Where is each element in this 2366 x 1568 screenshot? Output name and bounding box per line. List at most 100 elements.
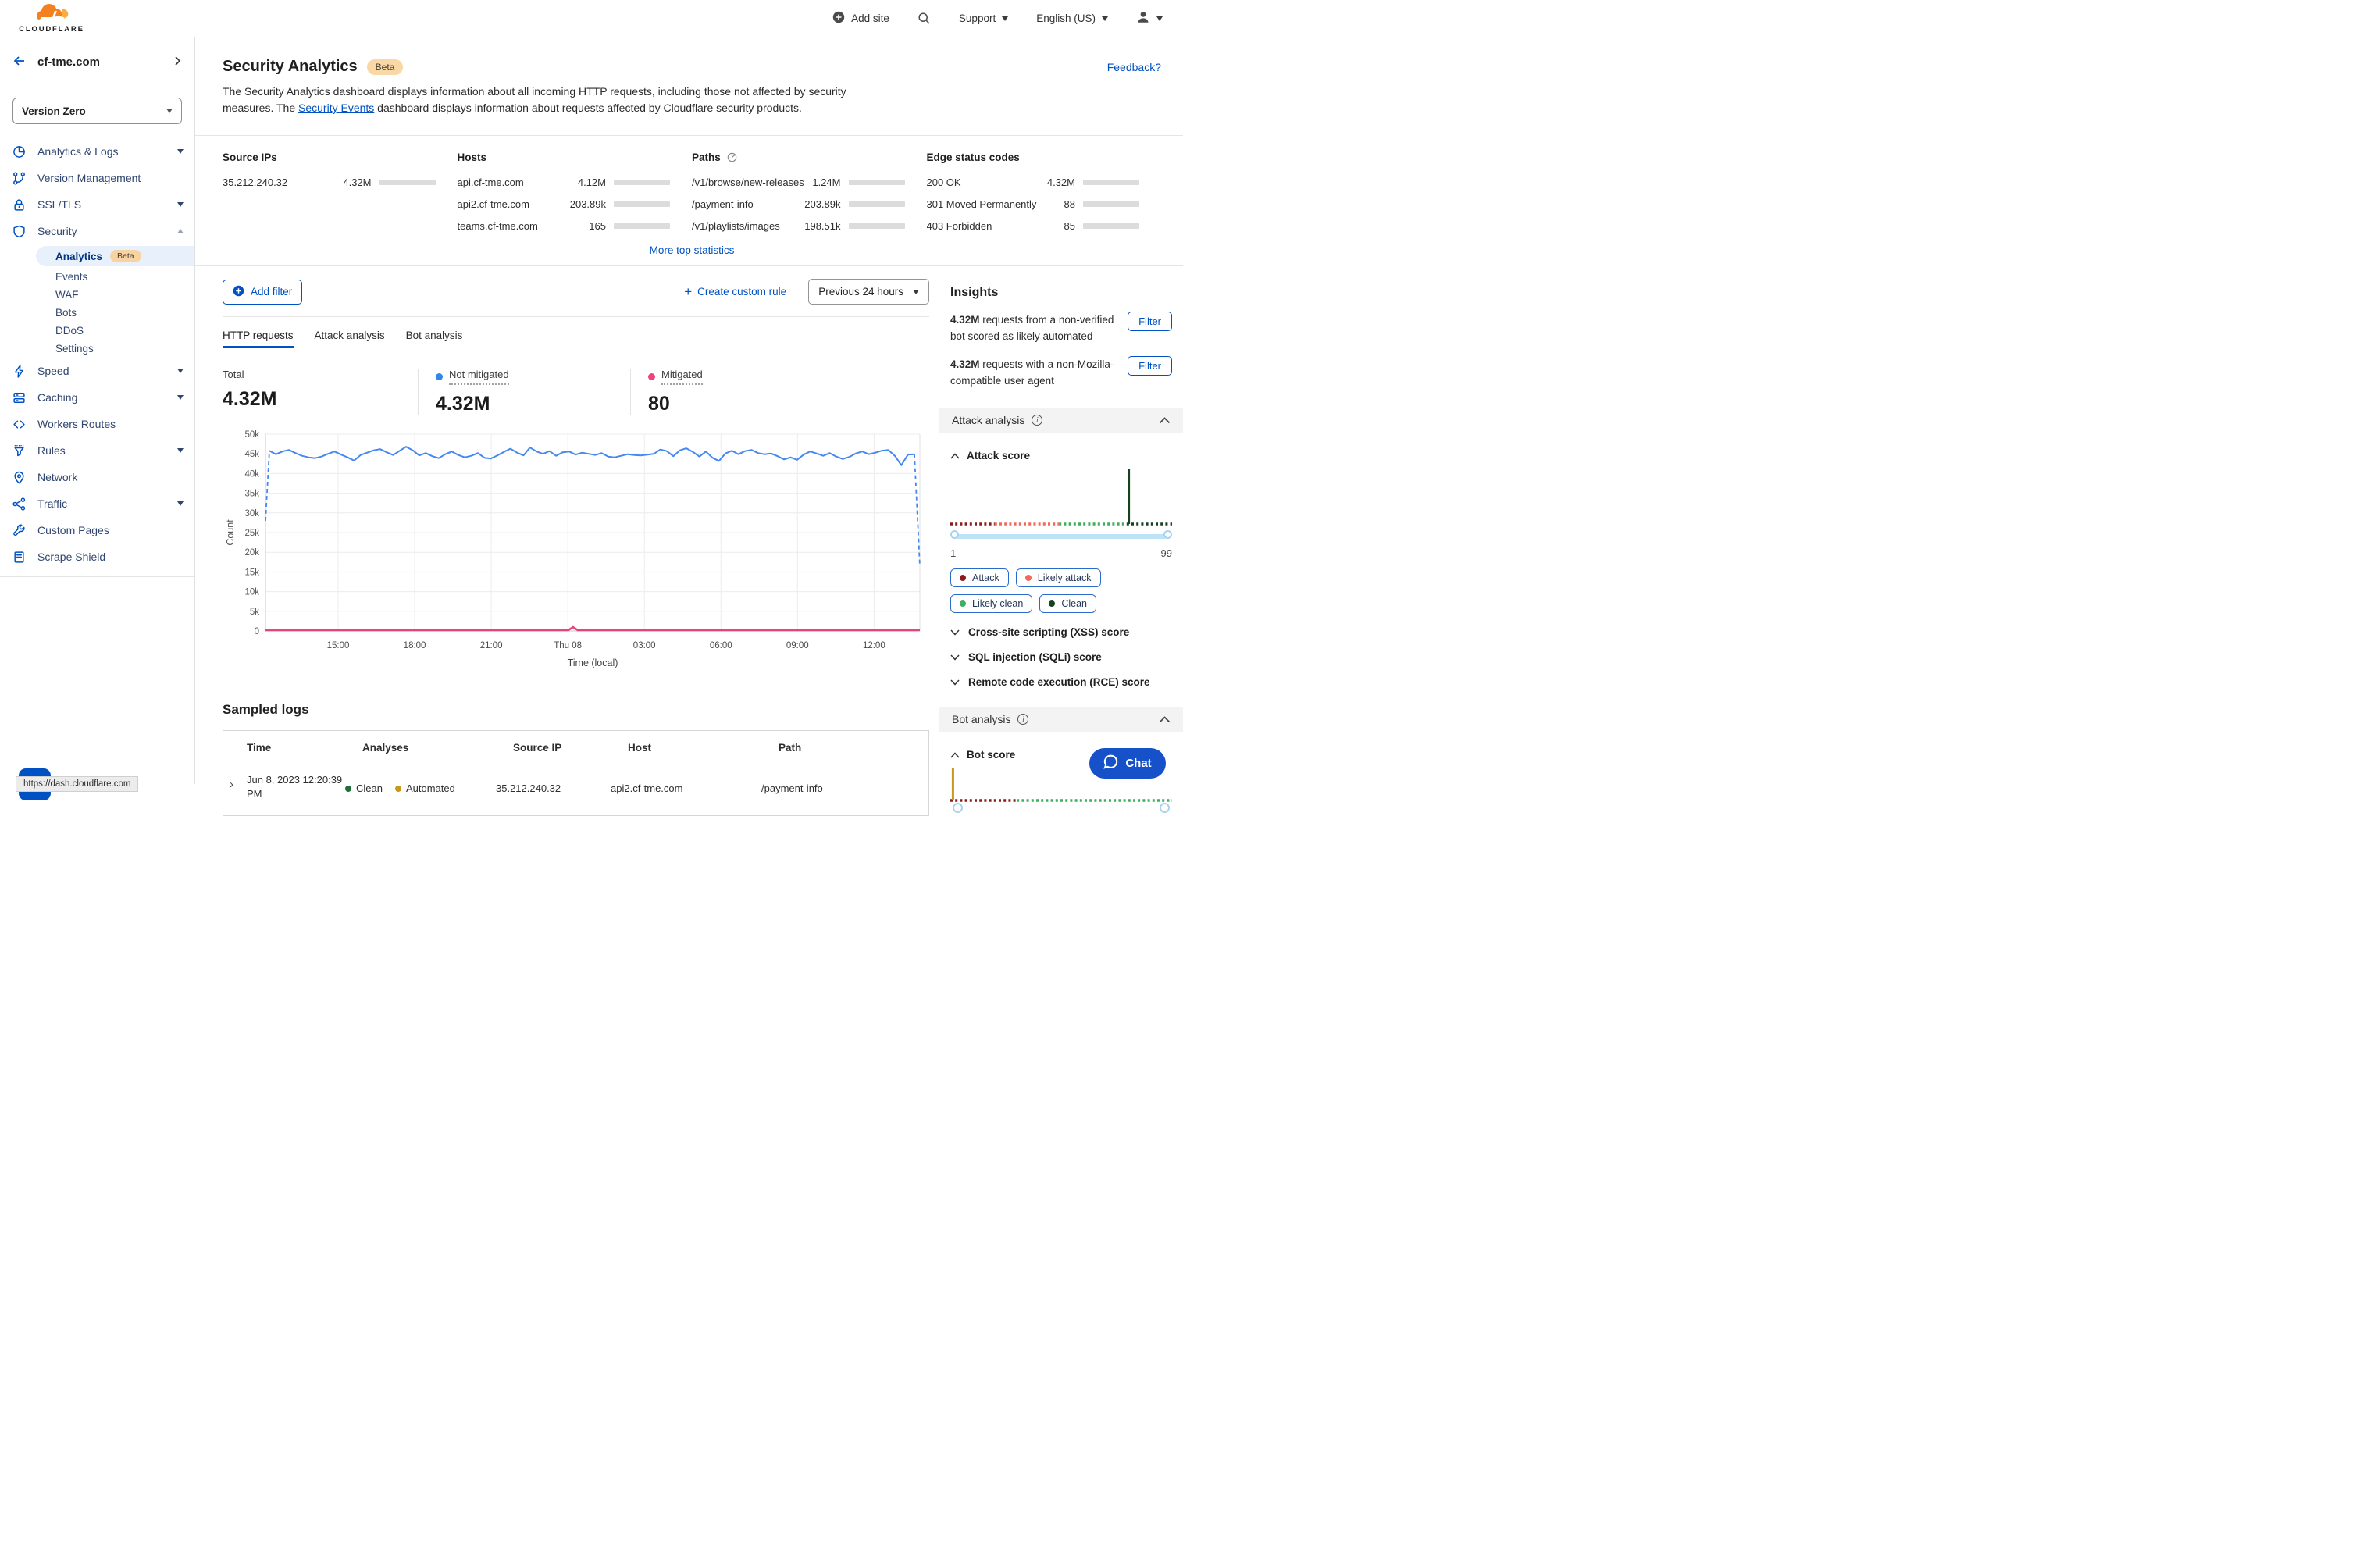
- language-menu[interactable]: English (US): [1036, 12, 1108, 24]
- http-requests-chart: 0 5k 10k 15k 20k 25k 30k 35k 40k 45k 50k 15:00 18:00…: [223, 428, 929, 675]
- bot-analysis-label: Bot analysis: [952, 713, 1011, 725]
- collapsed-score-cross-site-scripting-xss-score[interactable]: Cross-site scripting (XSS) score: [950, 626, 1172, 638]
- insight-filter-button[interactable]: Filter: [1128, 312, 1172, 331]
- time-range-select[interactable]: Previous 24 hours: [808, 279, 929, 305]
- attack-score-label: Attack score: [967, 450, 1031, 461]
- row-expander-icon[interactable]: ›: [230, 773, 247, 801]
- score-chip-clean[interactable]: Clean: [1039, 594, 1096, 613]
- bot-analysis-header[interactable]: Bot analysis i: [939, 707, 1183, 732]
- sidebar-item-analytics-logs[interactable]: Analytics & Logs: [0, 138, 194, 165]
- description-text: dashboard displays information about req…: [374, 102, 802, 114]
- slider-handle-max[interactable]: [1163, 530, 1172, 539]
- sidebar-subitem-waf[interactable]: WAF: [0, 286, 194, 304]
- sidebar-item-caching[interactable]: Caching: [0, 384, 194, 411]
- stat-label: 200 OK: [926, 176, 961, 188]
- cloudflare-cloud-icon: [34, 3, 69, 26]
- score-chip-likely-attack[interactable]: Likely attack: [1015, 568, 1101, 587]
- stat-column-title: Paths: [692, 151, 905, 163]
- stat-bar: [1083, 180, 1139, 185]
- funnel-icon: [12, 444, 30, 457]
- sidebar-item-traffic[interactable]: Traffic: [0, 490, 194, 517]
- attack-analysis-label: Attack analysis: [952, 414, 1025, 426]
- stat-label: /v1/playlists/images: [692, 220, 780, 232]
- sidebar-item-ssl-tls[interactable]: SSL/TLS: [0, 191, 194, 218]
- total-value: 4.32M: [223, 388, 277, 410]
- sidebar-subitem-settings[interactable]: Settings: [0, 340, 194, 358]
- feedback-link[interactable]: Feedback?: [1107, 61, 1161, 73]
- sidebar-item-network[interactable]: Network: [0, 464, 194, 490]
- subitem-label: Analytics: [55, 250, 103, 262]
- more-top-statistics-link[interactable]: More top statistics: [650, 244, 735, 256]
- chevron-down-icon: [177, 149, 184, 154]
- stat-column-title: Source IPs: [223, 151, 277, 163]
- plus-circle-icon: [832, 11, 845, 26]
- sidebar-subitem-bots[interactable]: Bots: [0, 304, 194, 322]
- insight-text: 4.32M requests from a non-verified bot s…: [950, 314, 1114, 342]
- column-header-source-ip: Source IP: [513, 742, 562, 754]
- tab-bot-analysis[interactable]: Bot analysis: [406, 330, 463, 348]
- stat-value: 85: [1064, 220, 1075, 232]
- sidebar-subitem-events[interactable]: Events: [0, 268, 194, 286]
- slider-min-value: 1: [950, 547, 957, 559]
- column-header-path: Path: [779, 742, 802, 754]
- stat-label: 403 Forbidden: [926, 220, 992, 232]
- chat-button[interactable]: Chat: [1089, 748, 1166, 779]
- slider-handle-min[interactable]: [953, 803, 963, 813]
- tab-http-requests[interactable]: HTTP requests: [223, 330, 294, 348]
- svg-text:30k: 30k: [244, 509, 259, 519]
- chevron-right-icon[interactable]: [173, 55, 182, 69]
- insight-filter-button[interactable]: Filter: [1128, 356, 1172, 376]
- sidebar-item-workers-routes[interactable]: Workers Routes: [0, 411, 194, 437]
- plus-icon: +: [684, 284, 693, 299]
- support-menu[interactable]: Support: [959, 12, 1009, 24]
- sidebar-item-rules[interactable]: Rules: [0, 437, 194, 464]
- sidebar-item-scrape-shield[interactable]: Scrape Shield: [0, 543, 194, 570]
- add-filter-button[interactable]: Add filter: [223, 279, 303, 305]
- sidebar-item-speed[interactable]: Speed: [0, 358, 194, 384]
- sidebar-subitem-ddos[interactable]: DDoS: [0, 322, 194, 340]
- chevron-down-icon: [177, 202, 184, 207]
- sidebar-item-security[interactable]: Security: [0, 218, 194, 244]
- info-icon: i: [1017, 714, 1029, 725]
- collapsed-score-remote-code-execution-rce-score[interactable]: Remote code execution (RCE) score: [950, 676, 1172, 688]
- svg-text:18:00: 18:00: [404, 641, 426, 650]
- sidebar-subitem-analytics[interactable]: Analytics Beta: [36, 246, 194, 266]
- attack-analysis-header[interactable]: Attack analysis i: [939, 408, 1183, 433]
- security-events-link[interactable]: Security Events: [298, 102, 374, 114]
- create-custom-rule-link[interactable]: + Create custom rule: [684, 284, 787, 299]
- sidebar-item-custom-pages[interactable]: Custom Pages: [0, 517, 194, 543]
- stat-label: 301 Moved Permanently: [926, 198, 1037, 210]
- not-mitigated-label[interactable]: Not mitigated: [449, 369, 509, 385]
- score-chip-likely-clean[interactable]: Likely clean: [950, 594, 1033, 613]
- score-chip-attack[interactable]: Attack: [950, 568, 1009, 587]
- version-select[interactable]: Version Zero: [12, 98, 182, 124]
- insights-panel: Insights 4.32M requests from a non-verif…: [939, 266, 1183, 813]
- sidebar-item-label: Network: [37, 471, 78, 483]
- sidebar-nav: Analytics & Logs Version Management SSL/TL…: [0, 138, 194, 570]
- not-mitigated-value: 4.32M: [436, 393, 490, 415]
- sidebar-item-version-management[interactable]: Version Management: [0, 165, 194, 191]
- chevron-up-icon: [950, 751, 960, 758]
- plus-circle-icon: [233, 285, 244, 299]
- svg-text:15k: 15k: [244, 568, 259, 577]
- svg-text:09:00: 09:00: [786, 641, 809, 650]
- attack-score-slider: [950, 529, 1172, 543]
- info-icon: i: [1032, 415, 1043, 426]
- add-site-button[interactable]: Add site: [832, 11, 889, 26]
- slider-handle-min[interactable]: [950, 530, 959, 539]
- version-label: Version Zero: [22, 105, 86, 117]
- account-menu[interactable]: [1136, 10, 1163, 27]
- chevron-down-icon: [1156, 16, 1163, 21]
- chevron-down-icon: [1102, 16, 1108, 21]
- tab-attack-analysis[interactable]: Attack analysis: [315, 330, 385, 348]
- collapsed-score-sql-injection-sqli-score[interactable]: SQL injection (SQLi) score: [950, 651, 1172, 663]
- back-arrow-icon[interactable]: [12, 55, 27, 69]
- mitigated-label[interactable]: Mitigated: [661, 369, 703, 385]
- slider-handle-max[interactable]: [1160, 803, 1170, 813]
- analytics-icon: [12, 145, 30, 158]
- attack-score-toggle[interactable]: Attack score: [950, 450, 1172, 461]
- chevron-down-icon: [177, 395, 184, 400]
- chevron-down-icon: [950, 654, 960, 661]
- create-rule-label: Create custom rule: [697, 286, 787, 298]
- search-icon[interactable]: [918, 12, 931, 25]
